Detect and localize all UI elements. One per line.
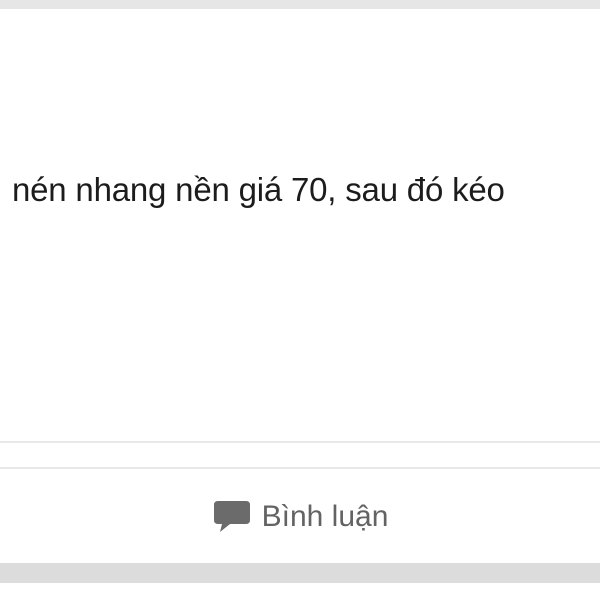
post-text: nén nhang nền giá 70, sau đó kéo [12,171,505,208]
next-card-edge [0,583,600,600]
speech-bubble-icon[interactable] [212,499,252,535]
comment-label[interactable]: Bình luận [262,499,389,535]
bottom-separator-band [0,563,600,583]
divider [0,441,600,443]
top-separator-band [0,0,600,9]
comment-button[interactable]: Bình luận [0,469,600,563]
comment-button-content[interactable]: Bình luận [212,499,389,535]
feed-screen: nén nhang nền giá 70, sau đó kéo Bình lu… [0,0,600,600]
